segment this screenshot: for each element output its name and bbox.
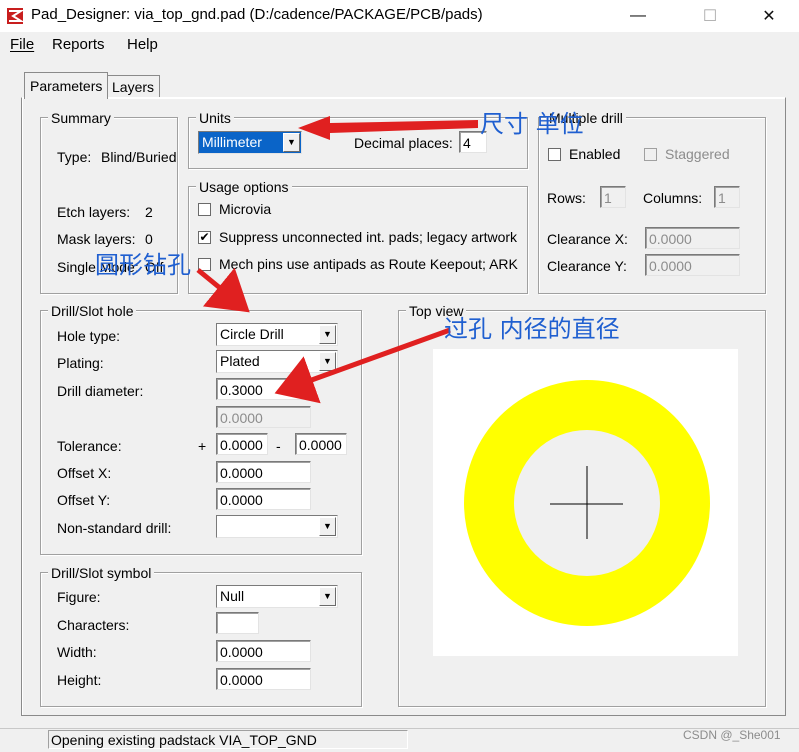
annotation-arrows bbox=[196, 116, 478, 404]
units-annotation: 尺寸 单位 bbox=[480, 110, 584, 138]
drill-annotation: 圆形钻孔 bbox=[95, 251, 191, 279]
diameter-annotation: 过孔 内径的直径 bbox=[444, 315, 620, 343]
units-arrow bbox=[298, 116, 478, 140]
diameter-arrow bbox=[274, 327, 451, 404]
drill-arrow bbox=[196, 267, 250, 313]
tab-parameters-label: Parameters bbox=[30, 78, 103, 94]
tab-parameters[interactable]: Parameters bbox=[24, 72, 109, 99]
